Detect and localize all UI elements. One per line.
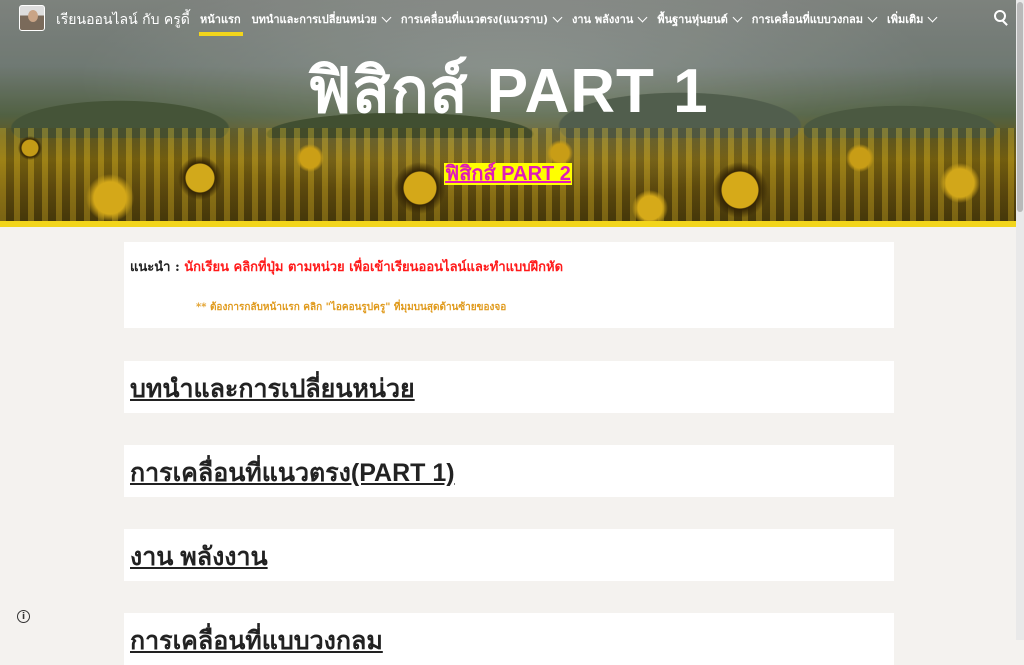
teacher-avatar-icon[interactable] bbox=[19, 5, 45, 31]
instruction-label: แนะนำ : bbox=[130, 260, 185, 275]
section-card: การเคลื่อนที่แนวตรง(PART 1) bbox=[124, 445, 894, 497]
chevron-down-icon[interactable] bbox=[927, 12, 938, 23]
chevron-down-icon[interactable] bbox=[867, 12, 878, 23]
nav-item-linear-motion[interactable]: การเคลื่อนที่แนวตรง(แนวราบ) bbox=[401, 10, 563, 28]
top-nav: หน้าแรก บทนำและการเปลี่ยนหน่วย การเคลื่อ… bbox=[199, 10, 947, 36]
section-card: บทนำและการเปลี่ยนหน่วย bbox=[124, 361, 894, 413]
nav-item-more[interactable]: เพิ่มเติม bbox=[887, 10, 938, 28]
nav-item-robotics[interactable]: พื้นฐานหุ่นยนต์ bbox=[657, 10, 743, 28]
search-icon[interactable] bbox=[994, 10, 1008, 24]
chevron-down-icon[interactable] bbox=[637, 12, 648, 23]
nav-item-circular-motion[interactable]: การเคลื่อนที่แบบวงกลม bbox=[752, 10, 878, 28]
instruction-text: นักเรียน คลิกที่ปุ่ม ตามหน่วย เพื่อเข้าเ… bbox=[184, 260, 564, 275]
section-link-linear-motion[interactable]: การเคลื่อนที่แนวตรง(PART 1) bbox=[130, 453, 455, 493]
nav-item-intro-units[interactable]: บทนำและการเปลี่ยนหน่วย bbox=[252, 10, 392, 28]
section-link-intro-units[interactable]: บทนำและการเปลี่ยนหน่วย bbox=[130, 369, 415, 409]
chevron-down-icon[interactable] bbox=[732, 12, 743, 23]
info-icon[interactable]: i bbox=[17, 610, 30, 623]
nav-item-home[interactable]: หน้าแรก bbox=[199, 10, 243, 36]
accent-bar bbox=[0, 221, 1016, 227]
instruction-card: แนะนำ : นักเรียน คลิกที่ปุ่ม ตามหน่วย เพ… bbox=[124, 242, 894, 328]
section-link-work-energy[interactable]: งาน พลังงาน bbox=[130, 537, 268, 577]
section-card: การเคลื่อนที่แบบวงกลม bbox=[124, 613, 894, 665]
page-title: ฟิสิกส์ PART 1 bbox=[307, 57, 709, 126]
section-card: งาน พลังงาน bbox=[124, 529, 894, 581]
nav-item-work-energy[interactable]: งาน พลังงาน bbox=[572, 10, 648, 28]
instruction-hint: ** ต้องการกลับหน้าแรก คลิก "ไอคอนรูปครู"… bbox=[196, 302, 507, 313]
chevron-down-icon[interactable] bbox=[552, 12, 563, 23]
scrollbar[interactable] bbox=[1016, 0, 1024, 640]
section-link-circular-motion[interactable]: การเคลื่อนที่แบบวงกลม bbox=[130, 621, 383, 661]
site-header: เรียนออนไลน์ กับ ครูดี้ หน้าแรก บทนำและก… bbox=[0, 0, 1016, 38]
chevron-down-icon[interactable] bbox=[381, 12, 392, 23]
part2-link[interactable]: ฟิสิกส์ PART 2 bbox=[444, 163, 572, 185]
site-title[interactable]: เรียนออนไลน์ กับ ครูดี้ bbox=[56, 9, 190, 31]
scrollbar-thumb[interactable] bbox=[1017, 2, 1023, 212]
